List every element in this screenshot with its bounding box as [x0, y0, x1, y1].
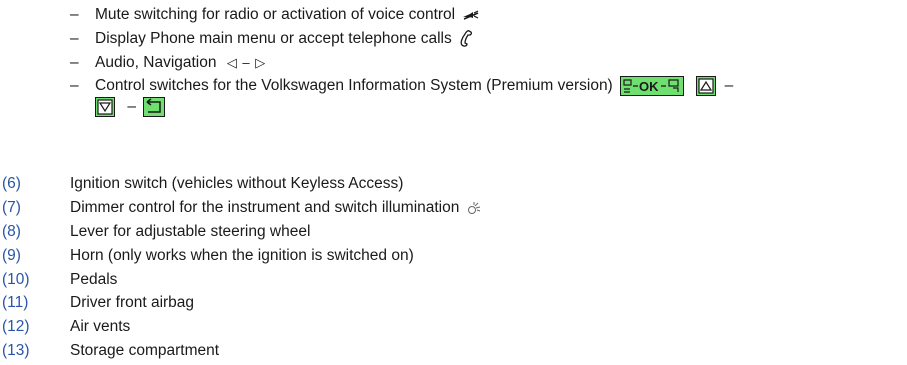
- separator-dash: –: [724, 77, 734, 95]
- list-dash: –: [70, 77, 79, 95]
- ok-label: OK: [639, 79, 659, 94]
- sub-item-text: Control switches for the Volkswagen Info…: [95, 77, 613, 95]
- item-number: (10): [2, 270, 30, 288]
- sub-item-text: Mute switching for radio or activation o…: [95, 6, 456, 23]
- left-right-arrows-icon: ◁ – ▷: [226, 54, 267, 70]
- phone-handset-icon: [459, 30, 473, 47]
- item-text-with-icon: Dimmer control for the instrument and sw…: [70, 198, 481, 218]
- item-number: (6): [2, 175, 21, 192]
- return-arrow-icon: [143, 96, 166, 117]
- steering-controls-sublist: – Mute switching for radio or activation…: [70, 5, 890, 121]
- list-item: (8) Lever for adjustable steering wheel: [0, 222, 900, 246]
- up-arrow-box-icon: [696, 76, 717, 97]
- manual-page: – Mute switching for radio or activation…: [0, 0, 907, 360]
- item-text: Storage compartment: [70, 342, 220, 360]
- item-number: (7): [2, 198, 21, 216]
- list-dash: –: [70, 53, 79, 71]
- list-item: (12) Air vents: [0, 317, 900, 341]
- list-item: (11) Driver front airbag: [0, 293, 900, 317]
- sub-item-audio-navigation: – Audio, Navigation ◁ – ▷: [70, 53, 890, 74]
- sub-item-text: Display Phone main menu or accept teleph…: [95, 29, 452, 47]
- item-text: Ignition switch (vehicles without Keyles…: [70, 175, 404, 192]
- numbered-parts-list: (6) Ignition switch (vehicles without Ke…: [0, 174, 900, 365]
- item-number: (8): [2, 222, 21, 240]
- list-item: (7) Dimmer control for the instrument an…: [0, 198, 900, 222]
- list-dash: –: [70, 6, 79, 23]
- item-text: Horn (only works when the ignition is sw…: [70, 246, 414, 264]
- item-text: Lever for adjustable steering wheel: [70, 222, 311, 240]
- sub-item-text: Audio, Navigation: [95, 53, 217, 71]
- menu-back-ok-forward-icon: OK: [620, 76, 685, 97]
- sub-item-control-switches: – Control switches for the Volkswagen In…: [70, 76, 890, 117]
- item-text: Air vents: [70, 318, 131, 336]
- mute-speaker-icon: [462, 9, 480, 21]
- item-number: (11): [2, 294, 29, 312]
- item-text: Pedals: [70, 270, 118, 288]
- item-number: (12): [2, 318, 30, 336]
- item-number: (13): [2, 342, 30, 360]
- item-text: Dimmer control for the instrument and sw…: [70, 198, 460, 216]
- down-arrow-box-icon: [95, 96, 115, 117]
- item-number: (9): [2, 246, 21, 264]
- list-item: (13) Storage compartment: [0, 341, 900, 365]
- sub-item-mute: – Mute switching for radio or activation…: [70, 5, 890, 26]
- illumination-dimmer-icon: [467, 201, 481, 215]
- separator-dash: –: [127, 98, 136, 116]
- list-item: (6) Ignition switch (vehicles without Ke…: [0, 174, 900, 198]
- list-item: (9) Horn (only works when the ignition i…: [0, 246, 900, 270]
- sub-item-phone: – Display Phone main menu or accept tele…: [70, 29, 890, 50]
- item-text: Driver front airbag: [70, 294, 195, 312]
- list-item: (10) Pedals: [0, 270, 900, 294]
- list-dash: –: [70, 29, 79, 47]
